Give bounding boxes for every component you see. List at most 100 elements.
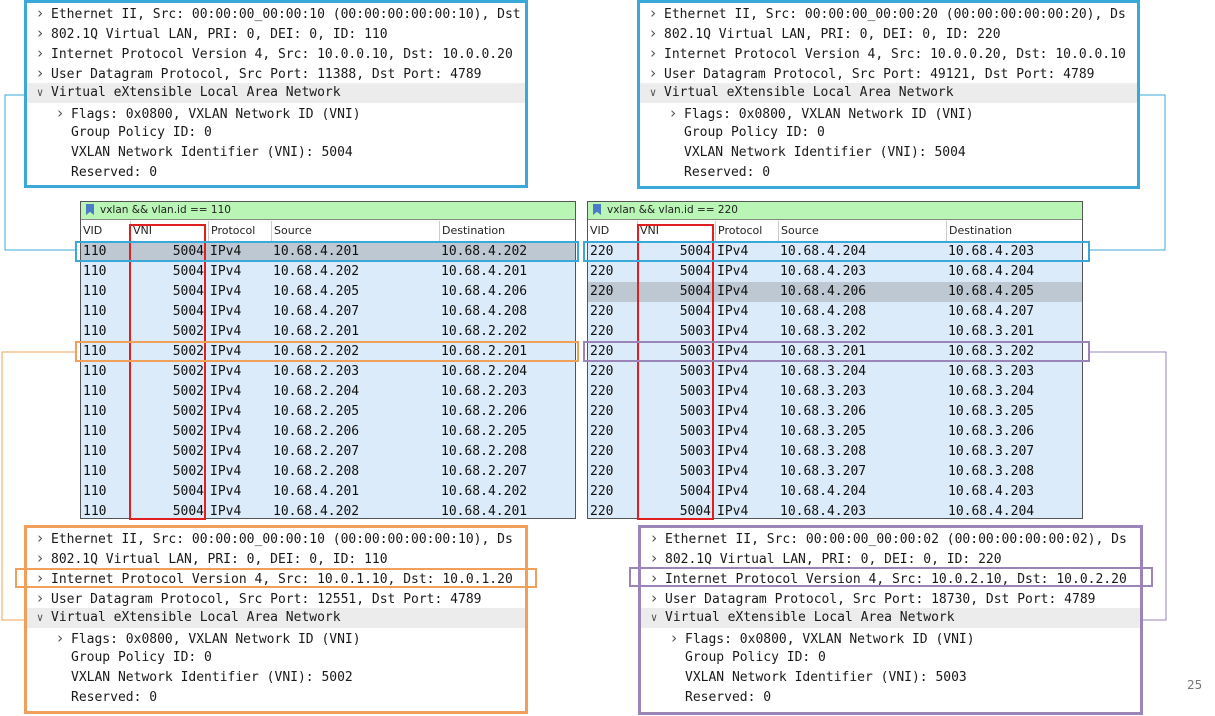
packet-row[interactable]: 110 5004 IPv4 10.68.4.201 10.68.4.202: [81, 482, 575, 502]
packet-row[interactable]: 220 5004 IPv4 10.68.4.208 10.68.4.207: [588, 302, 1082, 322]
chevron-right-icon[interactable]: ›: [33, 23, 47, 43]
packet-row[interactable]: 220 5003 IPv4 10.68.3.204 10.68.3.203: [588, 362, 1082, 382]
detail-row[interactable]: › Internet Protocol Version 4, Src: 10.0.…: [27, 43, 525, 63]
chevron-down-icon[interactable]: ∨: [646, 83, 660, 103]
chevron-right-icon[interactable]: ›: [53, 103, 67, 123]
packet-row[interactable]: 110 5002 IPv4 10.68.2.201 10.68.2.202: [81, 322, 575, 342]
detail-row[interactable]: Reserved: 0: [27, 163, 525, 183]
detail-row[interactable]: › 802.1Q Virtual LAN, PRI: 0, DEI: 0, ID:…: [640, 23, 1137, 43]
chevron-right-icon[interactable]: ›: [646, 3, 660, 23]
detail-row[interactable]: › Flags: 0x0800, VXLAN Network ID (VNI): [27, 103, 525, 123]
detail-row[interactable]: Reserved: 0: [27, 688, 525, 708]
packet-row[interactable]: 110 5002 IPv4 10.68.2.205 10.68.2.206: [81, 402, 575, 422]
column-header[interactable]: Destination: [439, 221, 575, 241]
packet-row[interactable]: 110 5002 IPv4 10.68.2.202 10.68.2.201: [81, 342, 575, 362]
column-header[interactable]: Source: [271, 221, 439, 241]
chevron-right-icon[interactable]: ›: [667, 628, 681, 648]
packet-row[interactable]: 110 5002 IPv4 10.68.2.204 10.68.2.203: [81, 382, 575, 402]
column-header[interactable]: Protocol: [715, 221, 778, 241]
packet-row[interactable]: 220 5004 IPv4 10.68.4.204 10.68.4.203: [588, 242, 1082, 262]
chevron-right-icon[interactable]: ›: [647, 548, 661, 568]
column-header[interactable]: VNI: [130, 221, 208, 241]
detail-row[interactable]: Group Policy ID: 0: [27, 648, 525, 668]
detail-row[interactable]: › User Datagram Protocol, Src Port: 11388…: [27, 63, 525, 83]
chevron-right-icon[interactable]: ›: [33, 548, 47, 568]
chevron-down-icon[interactable]: ∨: [647, 608, 661, 628]
packet-row[interactable]: 110 5002 IPv4 10.68.2.207 10.68.2.208: [81, 442, 575, 462]
bookmark-icon[interactable]: [593, 204, 601, 215]
packet-row[interactable]: 220 5004 IPv4 10.68.4.206 10.68.4.205: [588, 282, 1082, 302]
detail-row[interactable]: › Internet Protocol Version 4, Src: 10.0.…: [640, 43, 1137, 63]
detail-row[interactable]: › Flags: 0x0800, VXLAN Network ID (VNI): [641, 628, 1140, 648]
chevron-right-icon[interactable]: ›: [646, 63, 660, 83]
detail-row[interactable]: › User Datagram Protocol, Src Port: 49121…: [640, 63, 1137, 83]
detail-row[interactable]: › Ethernet II, Src: 00:00:00_00:00:10 (00…: [27, 528, 525, 548]
detail-row[interactable]: VXLAN Network Identifier (VNI): 5002: [27, 668, 525, 688]
packet-row[interactable]: 110 5004 IPv4 10.68.4.205 10.68.4.206: [81, 282, 575, 302]
packet-row[interactable]: 220 5003 IPv4 10.68.3.201 10.68.3.202: [588, 342, 1082, 362]
detail-row[interactable]: VXLAN Network Identifier (VNI): 5004: [640, 143, 1137, 163]
detail-row[interactable]: › Ethernet II, Src: 00:00:00_00:00:02 (00…: [641, 528, 1140, 548]
column-header[interactable]: VNI: [637, 221, 715, 241]
packet-row[interactable]: 110 5002 IPv4 10.68.2.203 10.68.2.204: [81, 362, 575, 382]
packet-row[interactable]: 110 5002 IPv4 10.68.2.208 10.68.2.207: [81, 462, 575, 482]
detail-row[interactable]: Reserved: 0: [640, 163, 1137, 183]
packet-row[interactable]: 220 5004 IPv4 10.68.4.203 10.68.4.204: [588, 502, 1082, 518]
chevron-right-icon[interactable]: ›: [647, 528, 661, 548]
chevron-right-icon[interactable]: ›: [33, 43, 47, 63]
detail-row[interactable]: › 802.1Q Virtual LAN, PRI: 0, DEI: 0, ID:…: [641, 548, 1140, 568]
detail-row[interactable]: › 802.1Q Virtual LAN, PRI: 0, DEI: 0, ID:…: [27, 23, 525, 43]
chevron-right-icon[interactable]: ›: [33, 568, 47, 588]
chevron-right-icon[interactable]: ›: [646, 23, 660, 43]
detail-row[interactable]: › Internet Protocol Version 4, Src: 10.0.…: [641, 568, 1140, 588]
column-header[interactable]: VID: [81, 221, 130, 241]
packet-row[interactable]: 220 5003 IPv4 10.68.3.206 10.68.3.205: [588, 402, 1082, 422]
column-header[interactable]: Destination: [946, 221, 1082, 241]
chevron-right-icon[interactable]: ›: [53, 628, 67, 648]
chevron-right-icon[interactable]: ›: [646, 43, 660, 63]
detail-row[interactable]: › Ethernet II, Src: 00:00:00_00:00:20 (00…: [640, 3, 1137, 23]
packet-row[interactable]: 220 5003 IPv4 10.68.3.208 10.68.3.207: [588, 442, 1082, 462]
packet-row[interactable]: 110 5004 IPv4 10.68.4.202 10.68.4.201: [81, 502, 575, 518]
detail-row[interactable]: › Ethernet II, Src: 00:00:00_00:00:10 (00…: [27, 3, 525, 23]
chevron-right-icon[interactable]: ›: [647, 588, 661, 608]
column-header[interactable]: Source: [778, 221, 946, 241]
detail-row[interactable]: ∨ Virtual eXtensible Local Area Network: [27, 608, 525, 628]
chevron-right-icon[interactable]: ›: [33, 3, 47, 23]
detail-row[interactable]: Group Policy ID: 0: [640, 123, 1137, 143]
detail-row[interactable]: VXLAN Network Identifier (VNI): 5004: [27, 143, 525, 163]
bookmark-icon[interactable]: [86, 204, 94, 215]
detail-row[interactable]: ∨ Virtual eXtensible Local Area Network: [27, 83, 525, 103]
detail-row[interactable]: Reserved: 0: [641, 688, 1140, 708]
packet-row[interactable]: 220 5004 IPv4 10.68.4.203 10.68.4.204: [588, 262, 1082, 282]
packet-row[interactable]: 220 5004 IPv4 10.68.4.204 10.68.4.203: [588, 482, 1082, 502]
packet-row[interactable]: 110 5004 IPv4 10.68.4.201 10.68.4.202: [81, 242, 575, 262]
detail-row[interactable]: › Flags: 0x0800, VXLAN Network ID (VNI): [640, 103, 1137, 123]
chevron-right-icon[interactable]: ›: [33, 528, 47, 548]
chevron-right-icon[interactable]: ›: [647, 568, 661, 588]
display-filter-bar[interactable]: vxlan && vlan.id == 110: [81, 202, 575, 220]
packet-row[interactable]: 220 5003 IPv4 10.68.3.203 10.68.3.204: [588, 382, 1082, 402]
column-header[interactable]: VID: [588, 221, 637, 241]
display-filter-bar[interactable]: vxlan && vlan.id == 220: [588, 202, 1082, 220]
detail-row[interactable]: › 802.1Q Virtual LAN, PRI: 0, DEI: 0, ID:…: [27, 548, 525, 568]
chevron-right-icon[interactable]: ›: [33, 588, 47, 608]
chevron-right-icon[interactable]: ›: [33, 63, 47, 83]
column-header[interactable]: Protocol: [208, 221, 271, 241]
chevron-down-icon[interactable]: ∨: [33, 608, 47, 628]
detail-row[interactable]: Group Policy ID: 0: [641, 648, 1140, 668]
detail-row[interactable]: › User Datagram Protocol, Src Port: 12551…: [27, 588, 525, 608]
packet-row[interactable]: 220 5003 IPv4 10.68.3.202 10.68.3.201: [588, 322, 1082, 342]
detail-row[interactable]: Group Policy ID: 0: [27, 123, 525, 143]
detail-row[interactable]: ∨ Virtual eXtensible Local Area Network: [641, 608, 1140, 628]
packet-row[interactable]: 110 5004 IPv4 10.68.4.207 10.68.4.208: [81, 302, 575, 322]
chevron-right-icon[interactable]: ›: [666, 103, 680, 123]
detail-row[interactable]: › Flags: 0x0800, VXLAN Network ID (VNI): [27, 628, 525, 648]
packet-row[interactable]: 220 5003 IPv4 10.68.3.207 10.68.3.208: [588, 462, 1082, 482]
detail-row[interactable]: › User Datagram Protocol, Src Port: 18730…: [641, 588, 1140, 608]
chevron-down-icon[interactable]: ∨: [33, 83, 47, 103]
detail-row[interactable]: VXLAN Network Identifier (VNI): 5003: [641, 668, 1140, 688]
packet-row[interactable]: 110 5004 IPv4 10.68.4.202 10.68.4.201: [81, 262, 575, 282]
packet-row[interactable]: 110 5002 IPv4 10.68.2.206 10.68.2.205: [81, 422, 575, 442]
detail-row[interactable]: › Internet Protocol Version 4, Src: 10.0.…: [27, 568, 525, 588]
